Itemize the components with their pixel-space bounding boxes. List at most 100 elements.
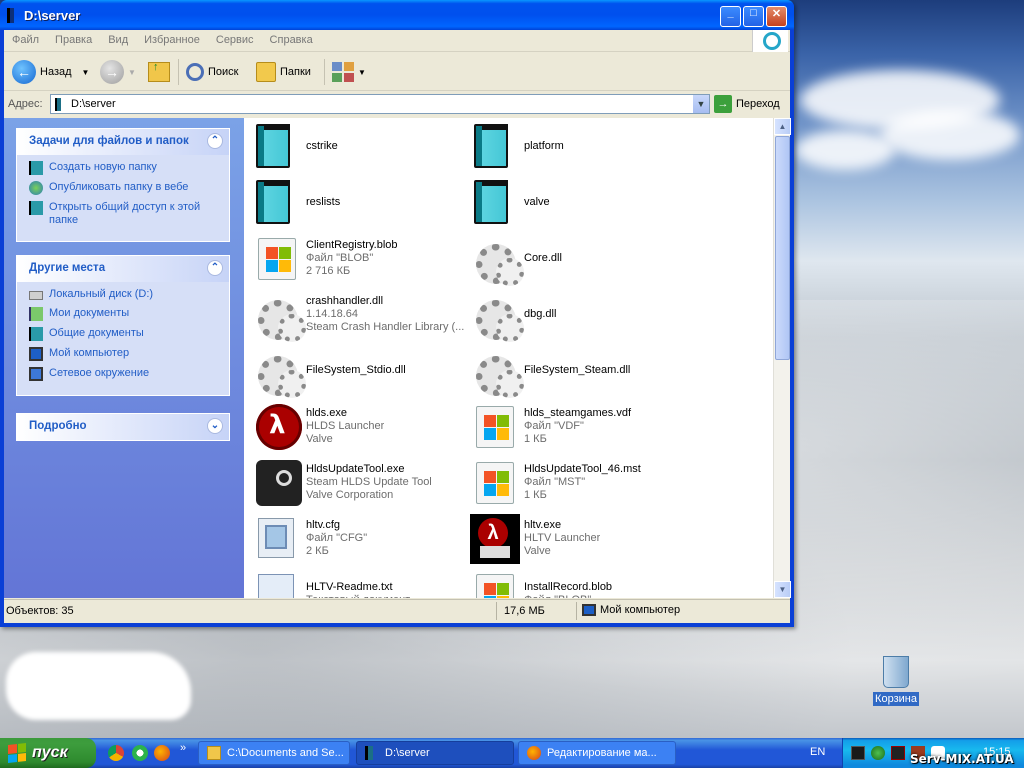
- views-button[interactable]: ▼: [332, 57, 366, 87]
- file-item[interactable]: reslists: [252, 176, 470, 228]
- file-item[interactable]: hltv.cfg Файл "CFG" 2 КБ: [252, 512, 470, 564]
- windows-file-icon: [470, 458, 518, 506]
- gear-file-icon: [470, 234, 524, 286]
- recycle-bin[interactable]: Корзина: [872, 656, 920, 706]
- computer-icon: [29, 347, 43, 361]
- menu-tools[interactable]: Сервис: [208, 30, 262, 46]
- network-link[interactable]: Сетевое окружение: [29, 367, 221, 381]
- menu-file[interactable]: Файл: [4, 30, 47, 46]
- file-detail: Файл "MST": [524, 475, 586, 488]
- collapse-icon[interactable]: ⌃: [207, 260, 223, 276]
- menu-view[interactable]: Вид: [100, 30, 136, 46]
- chevron-down-icon[interactable]: ▼: [82, 68, 90, 77]
- file-item[interactable]: ClientRegistry.blob Файл "BLOB" 2 716 КБ: [252, 232, 470, 284]
- vertical-scrollbar[interactable]: ▲ ▼: [773, 118, 791, 598]
- file-item[interactable]: HldsUpdateTool.exe Steam HLDS Update Tool…: [252, 456, 470, 508]
- status-divider: [576, 602, 577, 620]
- collapse-icon[interactable]: ⌃: [207, 133, 223, 149]
- file-detail: Файл "BLOB": [306, 251, 374, 264]
- minimize-button[interactable]: _: [720, 6, 741, 27]
- location-zone: Мой компьютер: [582, 604, 680, 616]
- maximize-button[interactable]: □: [743, 6, 764, 27]
- search-button[interactable]: Поиск: [186, 57, 238, 87]
- local-disk-link[interactable]: Локальный диск (D:): [29, 288, 221, 301]
- task-browser[interactable]: Редактирование ма...: [518, 741, 676, 765]
- chevron-down-icon: ▼: [358, 67, 366, 77]
- publish-folder-link[interactable]: Опубликовать папку в вебе: [29, 181, 221, 195]
- folder-icon: [252, 178, 300, 226]
- file-item[interactable]: λ hltv.exe HLTV Launcher Valve: [470, 512, 688, 564]
- go-button[interactable]: → Переход: [714, 95, 780, 113]
- file-item[interactable]: platform: [470, 120, 688, 172]
- file-detail: Valve Corporation: [306, 488, 394, 501]
- expand-icon[interactable]: ⌄: [207, 418, 223, 434]
- file-item[interactable]: cstrike: [252, 120, 470, 172]
- file-detail: Файл "VDF": [524, 419, 584, 432]
- file-name: valve: [524, 195, 550, 208]
- address-dropdown-button[interactable]: ▼: [693, 95, 709, 113]
- folder-icon: [207, 746, 221, 760]
- go-label: Переход: [736, 98, 780, 110]
- file-name: dbg.dll: [524, 307, 557, 320]
- forward-button[interactable]: → ▼: [100, 57, 136, 87]
- new-folder-link[interactable]: Создать новую папку: [29, 161, 221, 175]
- hltv-tray-icon[interactable]: [891, 746, 905, 760]
- scroll-up-button[interactable]: ▲: [774, 118, 791, 135]
- file-detail: Steam Crash Handler Library (...: [306, 320, 465, 333]
- file-item[interactable]: FileSystem_Stdio.dll: [252, 344, 470, 398]
- details-header[interactable]: Подробно ⌄: [17, 414, 229, 440]
- file-item[interactable]: crashhandler.dll 1.14.18.64 Steam Crash Ha…: [252, 288, 470, 342]
- menu-edit[interactable]: Правка: [47, 30, 100, 46]
- folders-button[interactable]: Папки: [256, 57, 311, 87]
- firefox-icon[interactable]: [154, 745, 170, 761]
- search-label: Поиск: [208, 66, 239, 78]
- file-item[interactable]: valve: [470, 176, 688, 228]
- file-item[interactable]: InstallRecord.blobФайл "BLOB": [470, 568, 688, 598]
- menu-help[interactable]: Справка: [262, 30, 321, 46]
- menu-favorites[interactable]: Избранное: [136, 30, 208, 46]
- task-documents[interactable]: C:\Documents and Se...: [198, 741, 350, 765]
- scroll-down-button[interactable]: ▼: [774, 581, 791, 598]
- quicklaunch-icon[interactable]: [132, 745, 148, 761]
- language-indicator[interactable]: EN: [810, 746, 825, 758]
- window-title: D:\server: [24, 8, 81, 23]
- file-item[interactable]: hlds_steamgames.vdf Файл "VDF" 1 КБ: [470, 400, 688, 452]
- other-places-header[interactable]: Другие места ⌃: [17, 256, 229, 282]
- start-label: пуск: [32, 744, 68, 761]
- file-text: hlds_steamgames.vdf Файл "VDF" 1 КБ: [524, 407, 631, 446]
- close-button[interactable]: ✕: [766, 6, 787, 27]
- file-tasks-header[interactable]: Задачи для файлов и папок ⌃: [17, 129, 229, 155]
- share-folder-link[interactable]: Открыть общий доступ к этой папке: [29, 201, 221, 227]
- antivirus-tray-icon[interactable]: [871, 746, 885, 760]
- file-text: crashhandler.dll 1.14.18.64 Steam Crash Ha…: [306, 295, 464, 334]
- half-life-icon: λ: [252, 402, 302, 450]
- file-text: dbg.dll: [524, 308, 556, 321]
- back-button[interactable]: ← Назад ▼: [12, 57, 89, 87]
- file-item[interactable]: dbg.dll: [470, 288, 688, 342]
- file-item[interactable]: λ hlds.exe HLDS Launcher Valve: [252, 400, 470, 452]
- network-tray-icon[interactable]: [851, 746, 865, 760]
- file-item[interactable]: Core.dll: [470, 232, 688, 286]
- file-name: platform: [524, 139, 564, 152]
- scroll-thumb[interactable]: [775, 136, 790, 360]
- task-server[interactable]: D:\server: [356, 741, 514, 765]
- title-bar[interactable]: D:\server _ □ ✕: [0, 0, 794, 30]
- up-folder-button[interactable]: ↑: [148, 57, 170, 87]
- gear-file-icon: [252, 290, 306, 342]
- toolbar-separator: [324, 59, 325, 85]
- file-item[interactable]: HLTV-Readme.txtТекстовый документ: [252, 568, 470, 598]
- start-button[interactable]: пуск: [0, 738, 96, 768]
- file-item[interactable]: HldsUpdateTool_46.mst Файл "MST" 1 КБ: [470, 456, 688, 508]
- local-disk-label: Локальный диск (D:): [49, 288, 154, 300]
- file-item[interactable]: FileSystem_Steam.dll: [470, 344, 688, 398]
- chrome-icon[interactable]: [108, 745, 124, 761]
- gear-file-icon: [470, 290, 524, 342]
- shared-documents-link[interactable]: Общие документы: [29, 327, 221, 341]
- my-documents-link[interactable]: Мои документы: [29, 307, 221, 321]
- my-computer-link[interactable]: Мой компьютер: [29, 347, 221, 361]
- location-label: Мой компьютер: [600, 604, 681, 616]
- new-folder-icon: [29, 161, 43, 175]
- publish-folder-label: Опубликовать папку в вебе: [49, 181, 189, 193]
- address-input[interactable]: D:\server ▼: [50, 94, 710, 114]
- quicklaunch-more-icon[interactable]: »: [180, 742, 186, 754]
